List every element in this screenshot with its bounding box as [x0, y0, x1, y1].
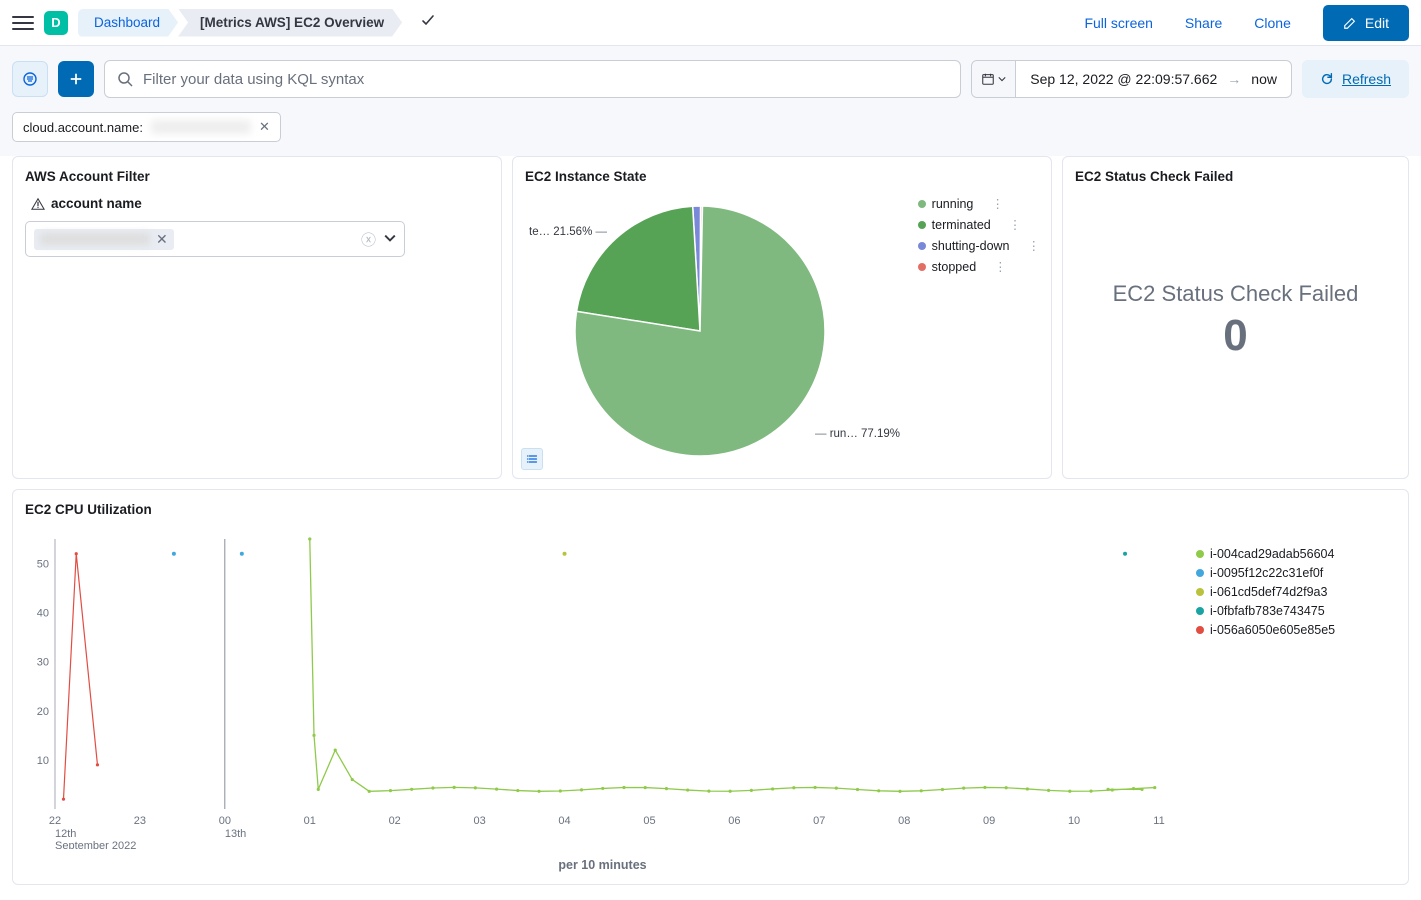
clone-button[interactable]: Clone — [1254, 15, 1291, 31]
svg-text:13th: 13th — [225, 828, 246, 840]
legend-item[interactable]: i-056a6050e605e85e5 — [1196, 623, 1396, 637]
legend-item[interactable]: i-0fbfafb783e743475 — [1196, 604, 1396, 618]
cpu-line-chart: 10 20 30 40 50 2212thSeptember 2022 23 0013th 01… — [25, 529, 1165, 849]
legend-item[interactable]: terminated⋮ — [918, 217, 1039, 232]
svg-text:23: 23 — [134, 815, 146, 827]
calendar-button[interactable] — [972, 61, 1016, 97]
metric-value: 0 — [1223, 311, 1247, 361]
chevron-down-icon — [998, 75, 1006, 83]
search-icon — [117, 71, 133, 87]
refresh-button[interactable]: Refresh — [1302, 60, 1409, 98]
legend-item[interactable]: i-0095f12c22c31ef0f — [1196, 566, 1396, 580]
svg-text:07: 07 — [813, 815, 825, 827]
legend-item[interactable]: i-004cad29adab56604 — [1196, 547, 1396, 561]
svg-text:02: 02 — [389, 815, 401, 827]
svg-text:05: 05 — [643, 815, 655, 827]
svg-text:00: 00 — [219, 815, 231, 827]
svg-text:20: 20 — [37, 706, 49, 718]
refresh-icon — [1320, 72, 1334, 86]
share-button[interactable]: Share — [1185, 15, 1222, 31]
arrow-right-icon: → — [1227, 71, 1241, 87]
time-from: Sep 12, 2022 @ 22:09:57.662 — [1030, 71, 1217, 87]
panel-ec2-status-check: EC2 Status Check Failed EC2 Status Check… — [1062, 156, 1409, 479]
panel-ec2-cpu-utilization: EC2 CPU Utilization 10 20 30 40 50 2212thSept… — [12, 489, 1409, 885]
filter-icon — [22, 71, 38, 87]
app-logo[interactable]: D — [44, 11, 68, 35]
chevron-down-icon[interactable] — [384, 231, 396, 247]
filter-chip-key: cloud.account.name: — [23, 120, 143, 135]
pencil-icon — [1343, 16, 1357, 30]
pie-legend: running⋮ terminated⋮ shutting-down⋮ stopped… — [918, 196, 1039, 280]
legend-item[interactable]: i-061cd5def74d2f9a3 — [1196, 585, 1396, 599]
filter-chip[interactable]: cloud.account.name: ✕ — [12, 112, 281, 142]
hamburger-menu-icon[interactable] — [12, 12, 34, 34]
svg-text:04: 04 — [558, 815, 570, 827]
panel-title: EC2 Instance State — [525, 169, 1039, 184]
time-to: now — [1251, 71, 1277, 87]
svg-text:06: 06 — [728, 815, 740, 827]
refresh-label: Refresh — [1342, 71, 1391, 87]
legend-item-menu-icon[interactable]: ⋮ — [1009, 217, 1021, 232]
time-range-picker[interactable]: Sep 12, 2022 @ 22:09:57.662 → now — [971, 60, 1292, 98]
filter-popover-button[interactable] — [12, 61, 48, 97]
legend-toggle-button[interactable] — [521, 448, 543, 470]
calendar-icon — [981, 72, 995, 86]
panel-title: EC2 Status Check Failed — [1075, 169, 1396, 184]
kql-input-field[interactable] — [143, 71, 948, 88]
panel-aws-account-filter: AWS Account Filter account name ✕ ⓧ — [12, 156, 502, 479]
add-filter-button[interactable] — [58, 61, 94, 97]
tag-value-redacted — [40, 233, 150, 245]
legend-item[interactable]: stopped⋮ — [918, 259, 1039, 274]
breadcrumb: Dashboard [Metrics AWS] EC2 Overview — [78, 9, 402, 37]
panel-ec2-instance-state: EC2 Instance State te… 21.56% ― ― run… 7… — [512, 156, 1052, 479]
svg-text:10: 10 — [37, 755, 49, 767]
account-name-combobox[interactable]: ✕ ⓧ — [25, 221, 405, 257]
panel-title: EC2 CPU Utilization — [25, 502, 1396, 517]
pie-slice-label-running: run… 77.19% — [830, 428, 900, 440]
metric-label: EC2 Status Check Failed — [1113, 281, 1359, 307]
svg-text:September 2022: September 2022 — [55, 840, 136, 849]
legend-item-menu-icon[interactable]: ⋮ — [991, 196, 1003, 211]
remove-filter-icon[interactable]: ✕ — [259, 119, 270, 135]
cpu-legend: i-004cad29adab56604 i-0095f12c22c31ef0f i-… — [1196, 529, 1396, 872]
svg-text:22: 22 — [49, 815, 61, 827]
legend-item[interactable]: shutting-down⋮ — [918, 238, 1039, 253]
breadcrumb-item-dashboard[interactable]: Dashboard — [78, 9, 178, 37]
plus-icon — [69, 72, 83, 86]
checkmark-icon — [420, 13, 436, 32]
fullscreen-button[interactable]: Full screen — [1084, 15, 1152, 31]
svg-text:08: 08 — [898, 815, 910, 827]
account-name-label: account name — [51, 196, 142, 211]
pie-slice-label-terminated: te… 21.56% — [529, 226, 592, 238]
warning-icon — [31, 197, 45, 211]
filter-chip-value-redacted — [151, 120, 251, 134]
cpu-x-label: per 10 minutes — [25, 858, 1180, 872]
legend-item-menu-icon[interactable]: ⋮ — [994, 259, 1006, 274]
edit-button-label: Edit — [1365, 15, 1389, 31]
clear-combobox-icon[interactable]: ⓧ — [361, 229, 376, 250]
legend-item-menu-icon[interactable]: ⋮ — [1028, 238, 1040, 253]
svg-text:01: 01 — [304, 815, 316, 827]
edit-button[interactable]: Edit — [1323, 5, 1409, 41]
legend-item[interactable]: running⋮ — [918, 196, 1039, 211]
kql-search-input[interactable] — [104, 60, 961, 98]
selected-account-tag[interactable]: ✕ — [34, 229, 174, 250]
svg-text:11: 11 — [1153, 815, 1164, 827]
svg-text:50: 50 — [37, 559, 49, 571]
svg-text:12th: 12th — [55, 828, 76, 840]
remove-tag-icon[interactable]: ✕ — [156, 231, 168, 248]
panel-title: AWS Account Filter — [25, 169, 489, 184]
list-icon — [526, 453, 538, 465]
svg-text:40: 40 — [37, 608, 49, 620]
svg-text:09: 09 — [983, 815, 995, 827]
breadcrumb-item-current[interactable]: [Metrics AWS] EC2 Overview — [178, 9, 402, 37]
svg-text:10: 10 — [1068, 815, 1080, 827]
svg-text:30: 30 — [37, 657, 49, 669]
svg-text:03: 03 — [473, 815, 485, 827]
